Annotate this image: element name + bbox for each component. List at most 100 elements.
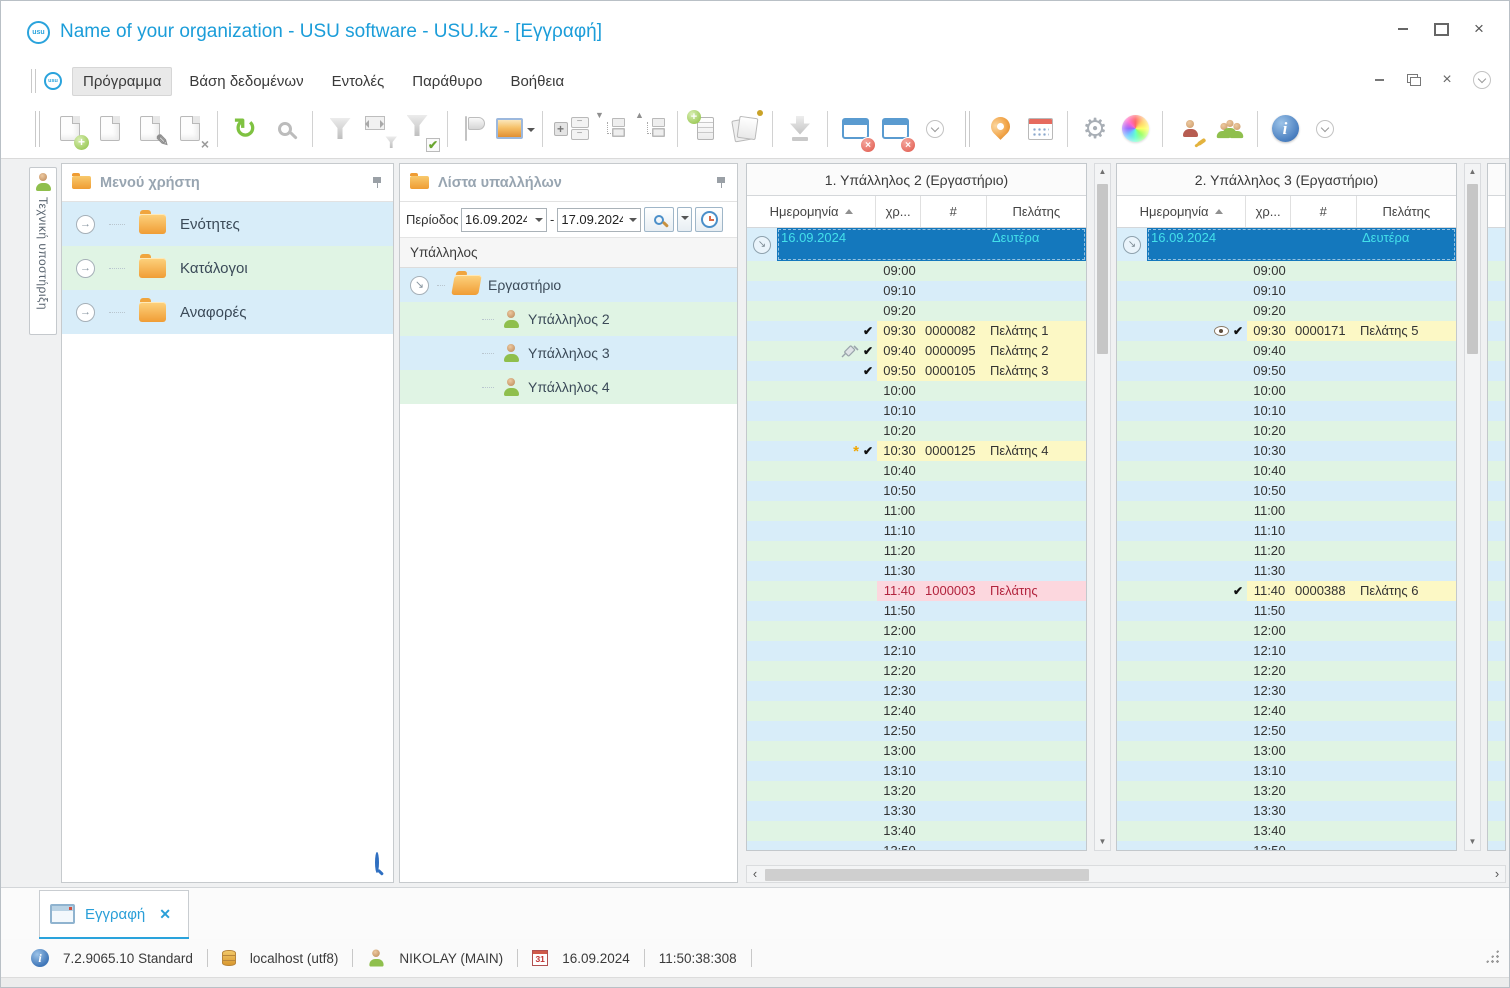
column-header-0[interactable]: Ημερομηνία (747, 196, 877, 227)
time-slot-row[interactable]: 13:40 (1117, 821, 1456, 841)
time-slot-row[interactable]: 13:10 (1117, 761, 1456, 781)
time-slot-row[interactable]: 12:30 (747, 681, 1086, 701)
time-slot-row[interactable]: 13:00 (747, 741, 1086, 761)
pin-icon[interactable] (372, 177, 383, 188)
time-slot-row[interactable]: ✔ 11:40 0000388 Πελάτης 6 (1117, 581, 1456, 601)
employee-row-0[interactable]: Υπάλληλος 2 (400, 302, 737, 336)
time-slot-row[interactable]: 10:00 (747, 381, 1086, 401)
scroll-down-icon[interactable]: ▼ (1465, 834, 1480, 850)
tab-close-icon[interactable]: ✕ (159, 906, 171, 923)
toolbar-search-button[interactable] (265, 108, 305, 150)
time-slot-row[interactable]: 12:00 (1117, 621, 1456, 641)
column-header-3[interactable]: Πελάτης (987, 196, 1086, 227)
time-slot-row[interactable]: 11:10 (1117, 521, 1456, 541)
toolbar-download-button[interactable] (780, 108, 820, 150)
toolbar-image-picker-button[interactable] (495, 108, 535, 150)
time-slot-row[interactable]: 13:10 (747, 761, 1086, 781)
toolbar-row-toggle-button[interactable]: + (550, 108, 590, 150)
toolbar-color-theme-button[interactable] (1115, 108, 1155, 150)
scroll-up-icon[interactable]: ▲ (1095, 164, 1110, 180)
horizontal-scrollbar[interactable]: ‹ › (746, 865, 1506, 883)
menu-item-4[interactable]: Βοήθεια (499, 67, 575, 96)
column-header-2[interactable]: # (921, 196, 987, 227)
toolbar-add-table-button[interactable]: + (685, 108, 725, 150)
time-slot-row[interactable]: 09:20 (747, 301, 1086, 321)
employee-row-2[interactable]: Υπάλληλος 4 (400, 370, 737, 404)
time-slot-row[interactable]: 11:50 (1117, 601, 1456, 621)
toolbar-filter-columns-button[interactable] (360, 108, 400, 150)
time-slot-row[interactable]: 12:40 (747, 701, 1086, 721)
time-slot-row[interactable]: 12:50 (1117, 721, 1456, 741)
time-slot-row[interactable]: 11:10 (747, 521, 1086, 541)
scroll-thumb[interactable] (1097, 184, 1108, 354)
vertical-scrollbar[interactable]: ▲ ▼ (1094, 163, 1111, 851)
time-slot-row[interactable]: 09:00 (1117, 261, 1456, 281)
time-slot-row[interactable]: 13:20 (1117, 781, 1456, 801)
toolbar-tree-expand-button[interactable]: ▲ (630, 108, 670, 150)
time-slot-row[interactable]: 11:40 1000003 Πελάτης (747, 581, 1086, 601)
column-header-2[interactable]: # (1291, 196, 1357, 227)
mdi-restore-button[interactable] (1405, 73, 1421, 87)
selected-date-cell[interactable]: 16.09.2024 Δευτέρα (777, 228, 1086, 261)
toolbar-delete-record-button[interactable]: × (170, 108, 210, 152)
time-slot-row[interactable]: 13:20 (747, 781, 1086, 801)
selected-date-cell[interactable]: 16.09.2024 Δευτέρα (1147, 228, 1456, 261)
grid-title[interactable]: 2. Υπάλληλος 3 (Εργαστήριο) (1117, 164, 1456, 196)
menu-item-1[interactable]: Βάση δεδομένων (178, 67, 314, 96)
time-slot-row[interactable]: 13:50 (1117, 841, 1456, 850)
expand-icon[interactable] (76, 302, 95, 322)
time-slot-row[interactable]: 13:50 (747, 841, 1086, 850)
menu-item-3[interactable]: Παράθυρο (401, 67, 493, 96)
scroll-thumb[interactable] (1467, 184, 1478, 354)
time-slot-row[interactable]: 11:00 (747, 501, 1086, 521)
time-slot-row[interactable]: 10:20 (1117, 421, 1456, 441)
scroll-up-icon[interactable]: ▲ (1465, 164, 1480, 180)
time-slot-row[interactable]: 10:50 (1117, 481, 1456, 501)
time-slot-row[interactable]: 10:30 (1117, 441, 1456, 461)
period-clock-button[interactable] (695, 207, 724, 232)
time-slot-row[interactable]: 11:30 (1117, 561, 1456, 581)
time-slot-row[interactable]: 11:30 (747, 561, 1086, 581)
time-slot-row[interactable]: 09:20 (1117, 301, 1456, 321)
menu-overflow-icon[interactable] (1473, 71, 1491, 89)
close-button[interactable]: × (1471, 19, 1487, 38)
mdi-close-button[interactable]: × (1439, 71, 1455, 88)
toolbar-calendar-button[interactable] (1020, 108, 1060, 150)
maximize-button[interactable] (1433, 21, 1449, 37)
toolbar-report-notes-button[interactable] (725, 108, 765, 150)
time-slot-row[interactable]: 12:40 (1117, 701, 1456, 721)
scroll-thumb[interactable] (765, 868, 1089, 881)
toolbar-location-button[interactable] (980, 108, 1020, 150)
time-slot-row[interactable]: 13:30 (1117, 801, 1456, 821)
period-to-input[interactable]: 17.09.2024 (557, 207, 642, 232)
toolbar-copy-record-button[interactable] (90, 108, 130, 150)
time-slot-row[interactable]: 09:40 (1117, 341, 1456, 361)
toolbar-overflow-button[interactable] (915, 108, 955, 150)
grid-title[interactable]: 1. Υπάλληλος 2 (Εργαστήριο) (747, 164, 1086, 196)
collapse-icon[interactable] (410, 275, 429, 295)
time-slot-row[interactable]: ✔ 09:30 0000171 Πελάτης 5 (1117, 321, 1456, 341)
toolbar-grip[interactable] (965, 110, 970, 147)
toolbar-edit-record-button[interactable]: ✎ (130, 108, 170, 150)
employee-row-1[interactable]: Υπάλληλος 3 (400, 336, 737, 370)
scroll-right-icon[interactable]: › (1489, 866, 1505, 882)
date-row[interactable]: 16.09.2024 Δευτέρα (1117, 228, 1456, 261)
time-slot-row[interactable]: 11:20 (747, 541, 1086, 561)
toolbar-grip[interactable] (35, 110, 40, 147)
time-slot-row[interactable]: 12:20 (1117, 661, 1456, 681)
time-slot-row[interactable]: 10:20 (747, 421, 1086, 441)
time-slot-row[interactable]: 10:10 (747, 401, 1086, 421)
minimize-button[interactable] (1395, 21, 1411, 37)
date-row[interactable]: 16.09.2024 Δευτέρα (747, 228, 1086, 261)
resize-grip[interactable] (1485, 949, 1499, 963)
time-slot-row[interactable]: 11:50 (747, 601, 1086, 621)
time-slot-row[interactable]: 13:40 (747, 821, 1086, 841)
time-slot-row[interactable]: * ✔ 10:30 0000125 Πελάτης 4 (747, 441, 1086, 461)
time-slot-row[interactable]: 13:30 (747, 801, 1086, 821)
time-slot-row[interactable]: 10:50 (747, 481, 1086, 501)
time-slot-row[interactable]: 10:00 (1117, 381, 1456, 401)
expand-icon[interactable] (76, 258, 95, 278)
time-slot-row[interactable]: 09:00 (747, 261, 1086, 281)
expand-icon[interactable] (76, 214, 95, 234)
vertical-scrollbar[interactable]: ▲ ▼ (1464, 163, 1481, 851)
